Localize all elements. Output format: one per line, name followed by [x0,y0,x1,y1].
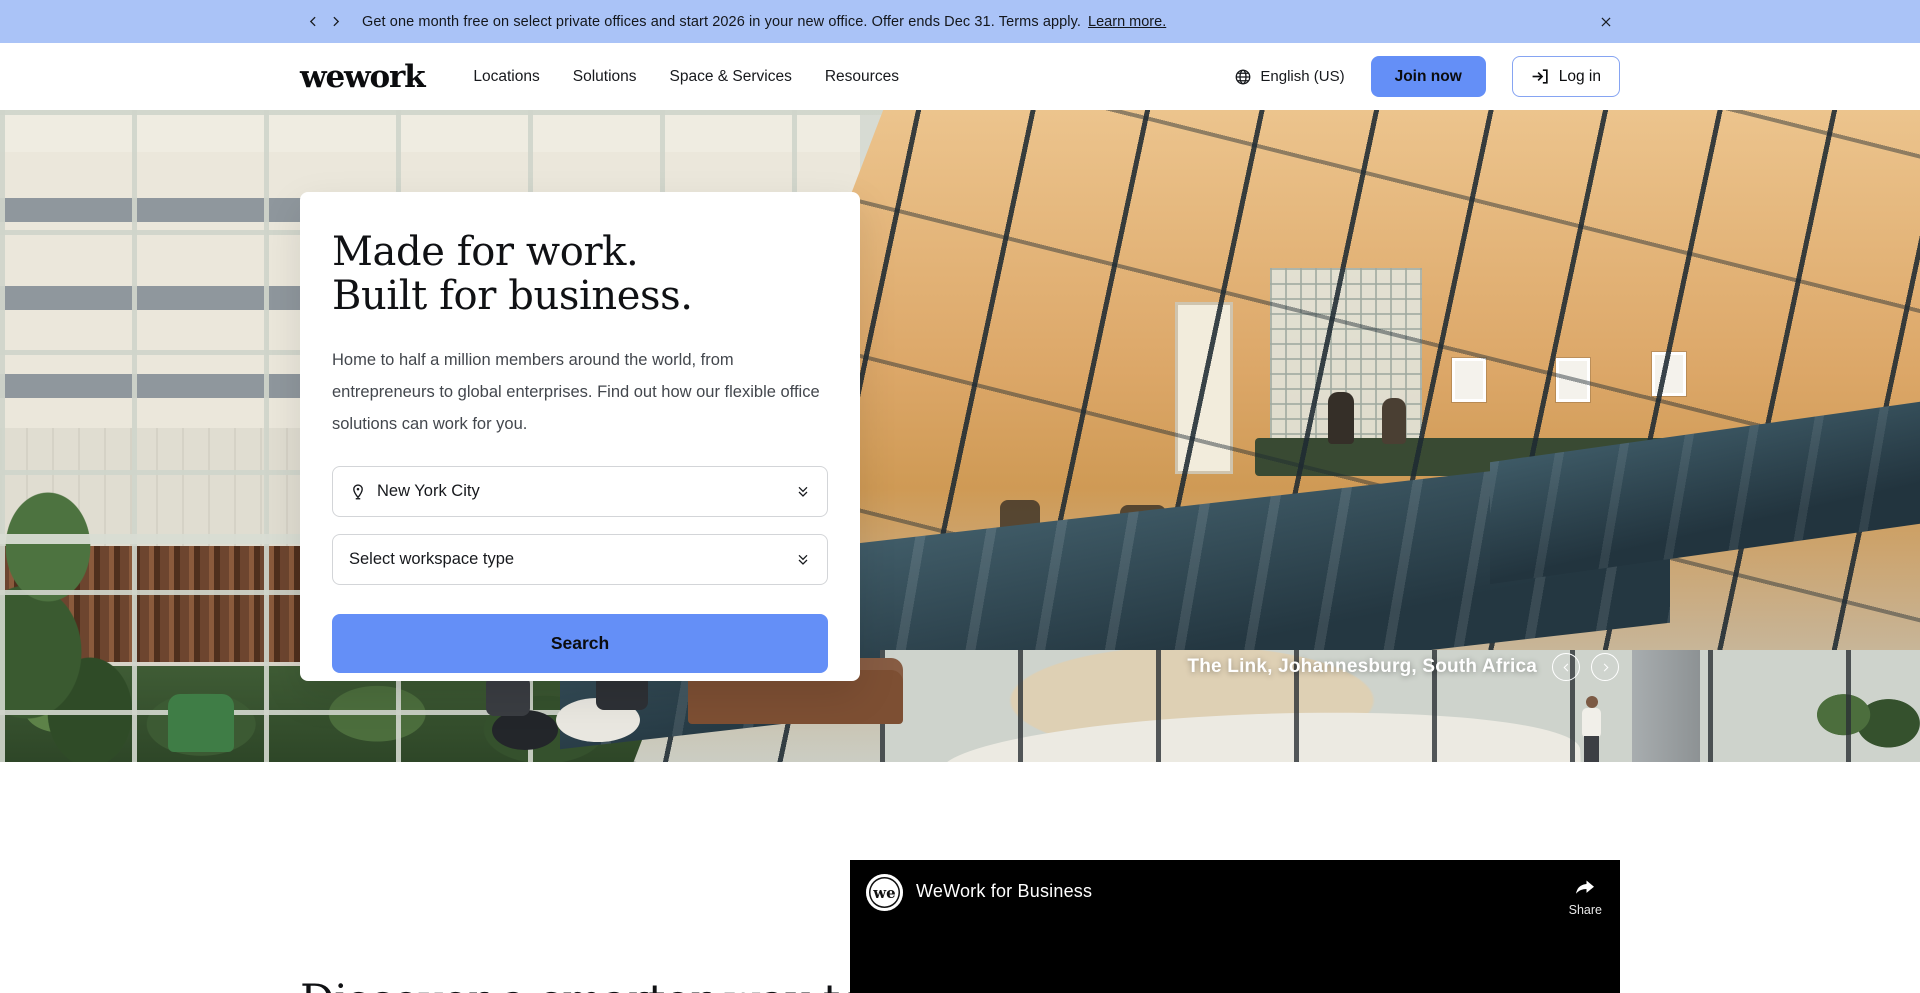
main-nav: Locations Solutions Space & Services Res… [473,68,899,86]
login-arrow-icon [1531,67,1550,86]
globe-icon [1234,68,1252,86]
site-header: wework Locations Solutions Space & Servi… [0,43,1920,110]
chevron-right-icon [1600,662,1611,673]
video-share-button[interactable]: Share [1569,876,1602,917]
double-chevron-down-icon [795,552,811,568]
banner-close-button[interactable] [1594,10,1617,33]
language-selector[interactable]: English (US) [1234,68,1344,86]
hero-location-caption: The Link, Johannesburg, South Africa [1187,656,1537,678]
chevron-left-icon [1561,662,1572,673]
video-title[interactable]: WeWork for Business [916,881,1569,902]
nav-item-resources[interactable]: Resources [825,68,899,86]
workspace-type-select[interactable]: Select workspace type [332,534,828,585]
wework-logo[interactable]: wework [300,59,424,95]
join-now-button[interactable]: Join now [1371,56,1486,97]
nav-item-solutions[interactable]: Solutions [573,68,637,86]
banner-prev-button[interactable] [302,11,324,33]
double-chevron-down-icon [795,484,811,500]
location-pin-icon [349,483,367,501]
video-share-label: Share [1569,903,1602,917]
hero-title-line1: Made for work. [332,230,828,274]
hero-caption-row: The Link, Johannesburg, South Africa [0,653,1920,681]
location-select-value: New York City [377,482,785,501]
header-right: English (US) Join now Log in [1234,56,1620,97]
banner-learn-more-link[interactable]: Learn more. [1088,14,1166,30]
share-arrow-icon [1573,876,1597,900]
promo-banner-inner: Get one month free on select private off… [0,0,1920,43]
chevron-left-icon [307,15,320,28]
hero-bg-side-table [492,710,558,750]
wework-homepage: Get one month free on select private off… [0,0,1920,993]
video-title-bar: we WeWork for Business Share [850,860,1620,917]
search-button[interactable]: Search [332,614,828,673]
hero-title-line2: Built for business. [332,274,828,318]
chevron-right-icon [329,15,342,28]
banner-text: Get one month free on select private off… [362,14,1081,30]
hero-description: Home to half a million members around th… [332,344,828,440]
youtube-video-player[interactable]: we WeWork for Business Share [850,860,1620,993]
promo-banner: Get one month free on select private off… [0,0,1920,43]
log-in-button[interactable]: Log in [1512,56,1620,97]
banner-next-button[interactable] [324,11,346,33]
close-icon [1599,15,1613,29]
carousel-prev-button[interactable] [1552,653,1580,681]
workspace-type-placeholder: Select workspace type [349,550,785,569]
nav-item-locations[interactable]: Locations [473,68,539,86]
hero-title: Made for work. Built for business. [332,230,828,318]
wework-channel-avatar[interactable]: we [866,874,903,911]
nav-item-space-services[interactable]: Space & Services [670,68,792,86]
carousel-next-button[interactable] [1591,653,1619,681]
hero-bg-chair [486,676,530,716]
hero-photo: The Link, Johannesburg, South Africa Mad… [0,110,1920,762]
hero-bg-chair [168,694,234,752]
log-in-label: Log in [1559,68,1601,86]
location-select[interactable]: New York City [332,466,828,517]
language-label: English (US) [1260,68,1344,85]
hero-search-card: Made for work. Built for business. Home … [300,192,860,681]
